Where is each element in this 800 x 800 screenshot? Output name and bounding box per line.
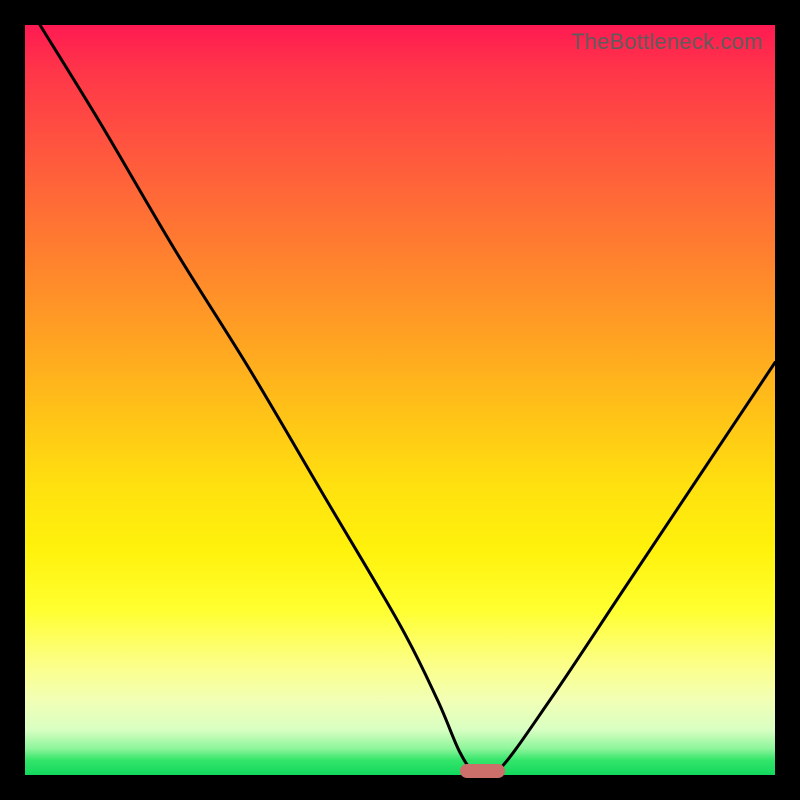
optimal-marker xyxy=(460,764,505,778)
bottleneck-curve xyxy=(25,25,775,775)
plot-area: TheBottleneck.com xyxy=(25,25,775,775)
chart-frame: TheBottleneck.com xyxy=(0,0,800,800)
curve-path xyxy=(40,25,775,777)
